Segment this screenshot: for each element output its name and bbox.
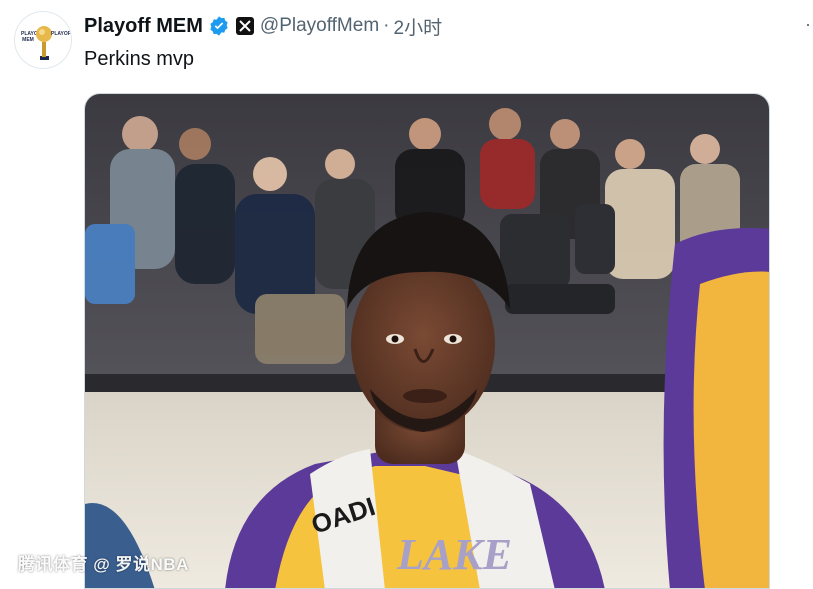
author-display-name[interactable]: Playoff MEM: [84, 15, 203, 38]
tweet-text: Perkins mvp: [84, 48, 195, 70]
tweet-header: Playoff MEM @PlayoffMem · 2小时: [84, 11, 442, 41]
watermark: 腾讯体育 @ 罗说NBA: [18, 555, 189, 574]
author-handle[interactable]: @PlayoffMem: [260, 15, 379, 37]
trophy-icon: [36, 26, 52, 60]
tweet-media-video[interactable]: LAKE OADI: [84, 93, 770, 589]
video-frame: LAKE OADI: [85, 94, 769, 588]
affiliate-badge-icon[interactable]: [235, 17, 254, 35]
verified-badge-icon[interactable]: [208, 15, 230, 37]
tweet-timestamp[interactable]: 2小时: [394, 13, 443, 40]
author-avatar[interactable]: PLAYOFF MEM PLAYOFF: [14, 11, 72, 69]
more-options-icon[interactable]: ·: [805, 14, 811, 35]
avatar-right-text: PLAYOFF: [51, 31, 72, 37]
separator-dot: ·: [383, 15, 390, 36]
jersey-text: LAKE: [396, 530, 512, 579]
